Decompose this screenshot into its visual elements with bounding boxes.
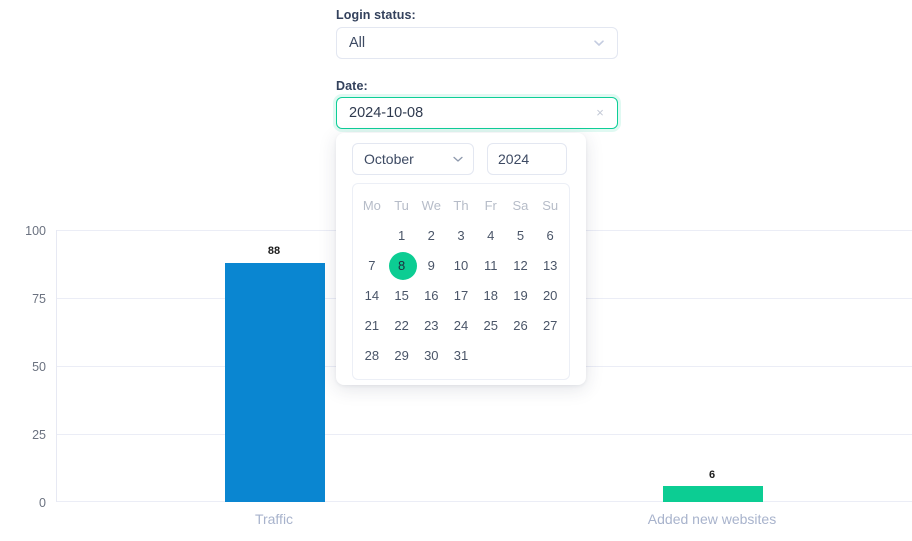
weekday-label: Mo — [362, 198, 381, 213]
close-icon[interactable]: × — [593, 106, 607, 120]
calendar-month-value: October — [364, 151, 414, 167]
calendar-day[interactable]: 31 — [446, 341, 476, 371]
chevron-down-icon — [452, 153, 464, 165]
weekday-label: Tu — [394, 198, 409, 213]
calendar-day[interactable]: 22 — [387, 311, 417, 341]
calendar-day[interactable]: 30 — [416, 341, 446, 371]
calendar-day[interactable]: 24 — [446, 311, 476, 341]
calendar-day[interactable]: 26 — [506, 311, 536, 341]
calendar-day-label: 8 — [397, 258, 406, 273]
calendar-day[interactable]: 11 — [476, 251, 506, 281]
calendar-grid: Mo Tu We Th Fr Sa Su 1 2 3 4 5 6 7 8 9 1… — [352, 183, 570, 380]
weekday-label: We — [421, 198, 441, 213]
calendar-week-row: 21 22 23 24 25 26 27 — [357, 311, 565, 341]
weekday-label: Fr — [484, 198, 497, 213]
date-input-value: 2024-10-08 — [349, 105, 424, 121]
calendar-day[interactable]: 25 — [476, 311, 506, 341]
y-axis-tick: 50 — [32, 360, 46, 374]
calendar-year-value: 2024 — [498, 151, 530, 167]
calendar-week-row: 14 15 16 17 18 19 20 — [357, 281, 565, 311]
calendar-day[interactable]: 10 — [446, 251, 476, 281]
calendar-year-input[interactable]: 2024 — [487, 143, 567, 175]
calendar-day-empty — [535, 341, 565, 371]
calendar-day[interactable]: 4 — [476, 221, 506, 251]
calendar-week-row: 28 29 30 31 — [357, 341, 565, 371]
calendar-day[interactable]: 9 — [416, 251, 446, 281]
calendar-day[interactable]: 27 — [535, 311, 565, 341]
calendar-day[interactable]: 20 — [535, 281, 565, 311]
calendar-day-selected[interactable]: 8 — [387, 251, 417, 281]
calendar-day-empty — [357, 221, 387, 251]
calendar-day[interactable]: 14 — [357, 281, 387, 311]
login-status-value: All — [349, 35, 366, 51]
bar-traffic[interactable] — [225, 263, 325, 502]
calendar-day[interactable]: 21 — [357, 311, 387, 341]
login-status-select[interactable]: All — [336, 27, 618, 59]
calendar-day[interactable]: 19 — [506, 281, 536, 311]
calendar-day-empty — [506, 341, 536, 371]
date-input[interactable]: 2024-10-08 × — [336, 97, 618, 129]
login-status-label: Login status: — [336, 8, 416, 22]
calendar-day-empty — [476, 341, 506, 371]
calendar-week-row: 7 8 9 10 11 12 13 — [357, 251, 565, 281]
calendar-day[interactable]: 29 — [387, 341, 417, 371]
calendar-header: October 2024 — [352, 143, 567, 175]
y-axis-tick: 75 — [32, 292, 46, 306]
calendar-day[interactable]: 12 — [506, 251, 536, 281]
y-axis-tick: 100 — [25, 224, 46, 238]
weekday-label: Su — [542, 198, 559, 213]
calendar-weekday-row: Mo Tu We Th Fr Sa Su — [357, 191, 565, 221]
calendar-week-row: 1 2 3 4 5 6 — [357, 221, 565, 251]
x-axis-category-label: Traffic — [254, 511, 294, 527]
weekday-label: Th — [453, 198, 469, 213]
calendar-day[interactable]: 7 — [357, 251, 387, 281]
calendar-day[interactable]: 28 — [357, 341, 387, 371]
y-axis-tick: 25 — [32, 428, 46, 442]
bar-value-label: 88 — [267, 245, 281, 257]
weekday-label: Sa — [512, 198, 529, 213]
calendar-day[interactable]: 6 — [535, 221, 565, 251]
calendar-day[interactable]: 18 — [476, 281, 506, 311]
calendar-day[interactable]: 3 — [446, 221, 476, 251]
calendar-day[interactable]: 2 — [416, 221, 446, 251]
calendar-day[interactable]: 16 — [416, 281, 446, 311]
calendar-day[interactable]: 5 — [506, 221, 536, 251]
bar-value-label: 6 — [708, 469, 716, 481]
calendar-month-select[interactable]: October — [352, 143, 474, 175]
x-axis-category-label: Added new websites — [647, 511, 777, 527]
date-picker-popup: October 2024 Mo Tu We Th Fr Sa Su 1 2 3 … — [336, 133, 586, 385]
chevron-down-icon — [593, 37, 605, 49]
calendar-day[interactable]: 23 — [416, 311, 446, 341]
date-label: Date: — [336, 79, 368, 93]
y-axis-tick: 0 — [39, 496, 46, 510]
calendar-day[interactable]: 17 — [446, 281, 476, 311]
calendar-day[interactable]: 1 — [387, 221, 417, 251]
gridline — [57, 434, 912, 435]
gridline — [57, 501, 912, 502]
calendar-day[interactable]: 15 — [387, 281, 417, 311]
bar-added-new-websites[interactable] — [663, 486, 763, 502]
calendar-day[interactable]: 13 — [535, 251, 565, 281]
